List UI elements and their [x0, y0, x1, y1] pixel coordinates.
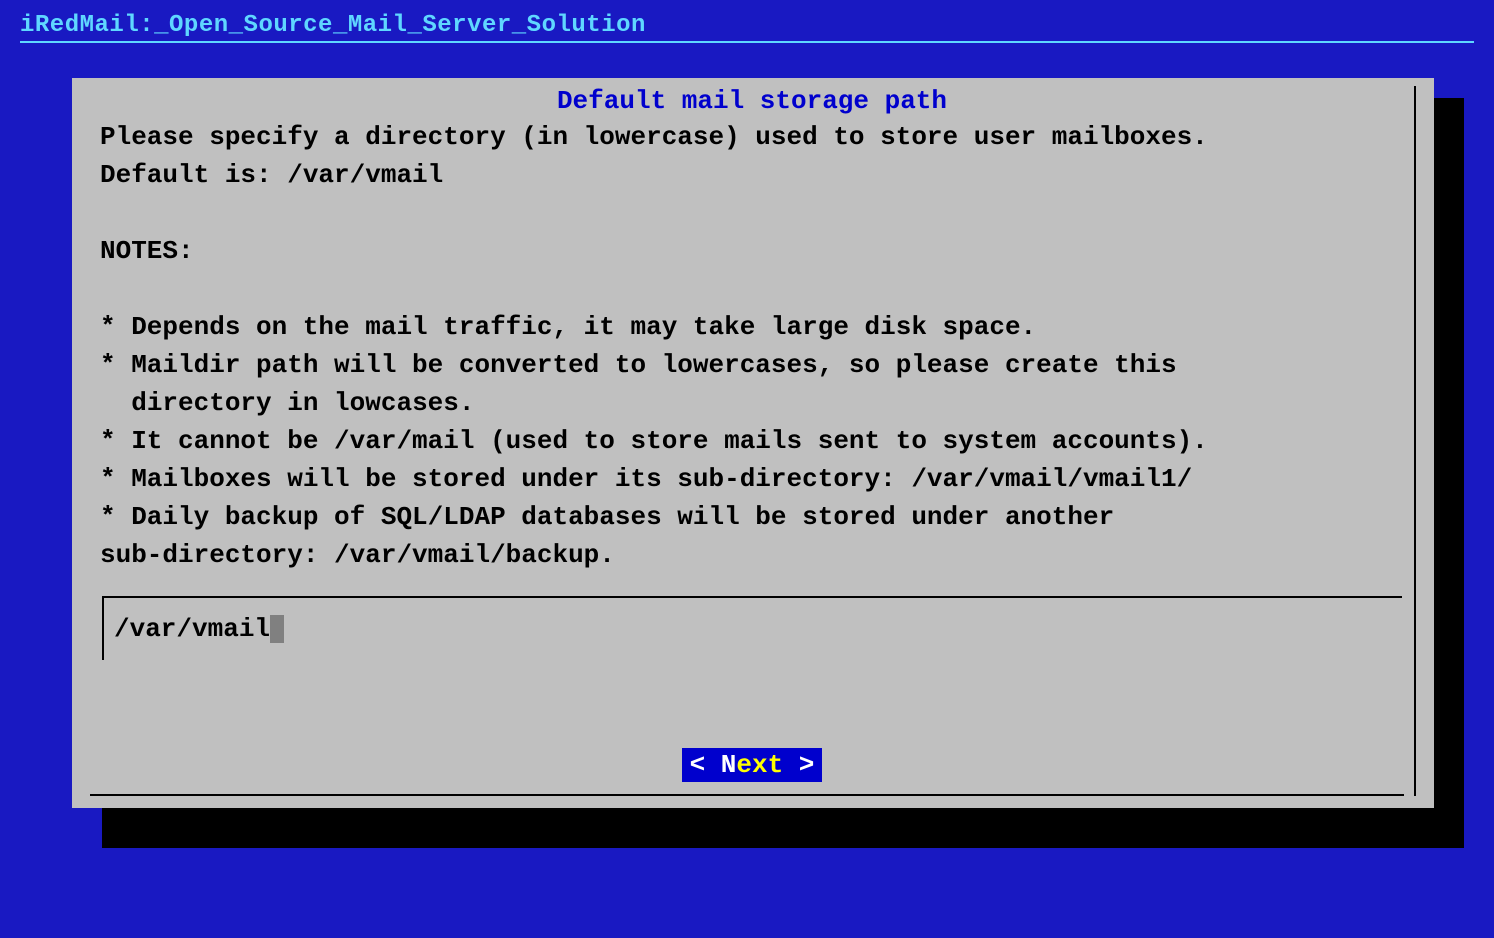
dialog-bottom-divider — [90, 794, 1404, 796]
next-btn-rest: ext — [736, 750, 783, 780]
dialog-inner: Default mail storage path Please specify… — [90, 86, 1416, 796]
dialog-box: Default mail storage path Please specify… — [72, 78, 1434, 808]
next-btn-suffix: > — [783, 750, 814, 780]
dialog-title: Default mail storage path — [90, 86, 1414, 116]
next-btn-prefix: < — [690, 750, 721, 780]
next-btn-first-letter: N — [721, 750, 737, 780]
app-title: iRedMail:_Open_Source_Mail_Server_Soluti… — [0, 0, 1494, 41]
button-row: < Next > — [90, 748, 1414, 788]
mail-storage-path-input[interactable]: /var/vmail — [114, 598, 1392, 644]
mail-storage-path-input-wrapper[interactable]: /var/vmail — [102, 596, 1402, 660]
dialog-body-text: Please specify a directory (in lowercase… — [90, 118, 1414, 574]
text-cursor-icon — [270, 615, 284, 643]
next-button[interactable]: < Next > — [682, 748, 823, 782]
app-title-divider — [20, 41, 1474, 43]
input-value: /var/vmail — [114, 614, 270, 644]
dialog-wrapper: Default mail storage path Please specify… — [72, 78, 1434, 808]
